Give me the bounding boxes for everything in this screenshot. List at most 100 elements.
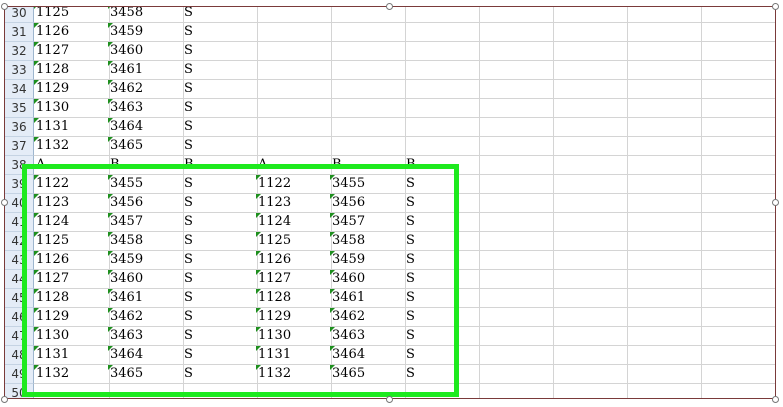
table-cell[interactable] [478, 232, 554, 251]
table-cell[interactable] [478, 137, 554, 156]
row-header[interactable]: 36 [5, 118, 34, 137]
table-cell[interactable] [626, 213, 702, 232]
table-cell[interactable] [552, 7, 628, 23]
table-cell[interactable]: A [34, 156, 110, 175]
table-cell[interactable]: 3456 [330, 194, 406, 213]
table-cell[interactable] [404, 42, 480, 61]
table-cell[interactable] [552, 42, 628, 61]
table-cell[interactable]: 1125 [34, 7, 110, 23]
table-cell[interactable] [700, 365, 775, 384]
table-cell[interactable] [552, 289, 628, 308]
table-cell[interactable] [700, 42, 775, 61]
table-cell[interactable] [478, 175, 554, 194]
table-cell[interactable]: S [182, 308, 258, 327]
table-cell[interactable] [404, 80, 480, 99]
table-cell[interactable] [330, 80, 406, 99]
table-cell[interactable]: 1129 [256, 308, 332, 327]
table-cell[interactable] [256, 80, 332, 99]
table-cell[interactable]: 1130 [256, 327, 332, 346]
table-cell[interactable]: 3462 [108, 308, 184, 327]
table-cell[interactable]: 3460 [108, 270, 184, 289]
table-cell[interactable]: 1130 [34, 99, 110, 118]
table-cell[interactable] [552, 137, 628, 156]
table-cell[interactable]: 3457 [330, 213, 406, 232]
table-cell[interactable] [700, 137, 775, 156]
table-cell[interactable] [700, 23, 775, 42]
table-cell[interactable] [626, 194, 702, 213]
table-cell[interactable] [626, 80, 702, 99]
table-cell[interactable]: S [182, 251, 258, 270]
table-cell[interactable]: A [256, 156, 332, 175]
table-cell[interactable] [478, 327, 554, 346]
table-cell[interactable]: 3459 [330, 251, 406, 270]
table-cell[interactable] [404, 384, 480, 398]
row-header[interactable]: 44 [5, 270, 34, 289]
table-cell[interactable] [256, 99, 332, 118]
table-cell[interactable]: 1131 [256, 346, 332, 365]
table-cell[interactable] [626, 327, 702, 346]
table-cell[interactable] [330, 118, 406, 137]
table-cell[interactable]: 1122 [34, 175, 110, 194]
table-cell[interactable]: S [182, 213, 258, 232]
table-cell[interactable]: S [182, 232, 258, 251]
table-cell[interactable]: 3459 [108, 23, 184, 42]
resize-handle-bottom-left[interactable] [1, 396, 8, 403]
table-cell[interactable]: 3465 [108, 365, 184, 384]
table-cell[interactable] [552, 80, 628, 99]
table-cell[interactable]: S [182, 137, 258, 156]
table-cell[interactable] [330, 7, 406, 23]
row-header[interactable]: 31 [5, 23, 34, 42]
table-cell[interactable]: S [182, 346, 258, 365]
table-cell[interactable]: 3461 [108, 61, 184, 80]
table-cell[interactable]: 1123 [256, 194, 332, 213]
table-cell[interactable] [552, 194, 628, 213]
row-header[interactable]: 40 [5, 194, 34, 213]
table-cell[interactable] [478, 346, 554, 365]
table-cell[interactable] [552, 99, 628, 118]
table-cell[interactable] [478, 42, 554, 61]
table-cell[interactable]: 1131 [34, 118, 110, 137]
table-cell[interactable]: 3463 [108, 327, 184, 346]
table-cell[interactable]: S [404, 327, 480, 346]
table-cell[interactable] [478, 365, 554, 384]
row-header[interactable]: 32 [5, 42, 34, 61]
row-header[interactable]: 41 [5, 213, 34, 232]
table-cell[interactable] [626, 137, 702, 156]
table-cell[interactable] [626, 308, 702, 327]
resize-handle-bottom-middle[interactable] [386, 396, 393, 403]
table-cell[interactable]: S [404, 232, 480, 251]
table-cell[interactable] [626, 346, 702, 365]
table-cell[interactable]: 1130 [34, 327, 110, 346]
table-cell[interactable] [626, 99, 702, 118]
table-cell[interactable]: S [404, 346, 480, 365]
table-cell[interactable] [478, 384, 554, 398]
table-cell[interactable] [700, 118, 775, 137]
table-cell[interactable] [700, 175, 775, 194]
table-cell[interactable]: S [182, 175, 258, 194]
table-cell[interactable] [404, 99, 480, 118]
table-cell[interactable]: 1127 [34, 42, 110, 61]
table-cell[interactable]: S [182, 42, 258, 61]
table-cell[interactable]: 1122 [256, 175, 332, 194]
table-cell[interactable] [626, 23, 702, 42]
table-cell[interactable]: 1126 [34, 251, 110, 270]
table-cell[interactable] [330, 42, 406, 61]
table-cell[interactable]: S [182, 23, 258, 42]
table-cell[interactable]: 3460 [330, 270, 406, 289]
table-cell[interactable] [404, 23, 480, 42]
table-cell[interactable]: S [182, 365, 258, 384]
table-cell[interactable]: 3458 [330, 232, 406, 251]
table-cell[interactable]: 1128 [34, 289, 110, 308]
table-cell[interactable] [256, 42, 332, 61]
table-cell[interactable] [478, 80, 554, 99]
table-cell[interactable]: S [404, 213, 480, 232]
table-cell[interactable] [626, 7, 702, 23]
row-header[interactable]: 48 [5, 346, 34, 365]
table-cell[interactable] [256, 137, 332, 156]
table-cell[interactable]: 3464 [108, 346, 184, 365]
row-header[interactable]: 37 [5, 137, 34, 156]
table-cell[interactable] [478, 194, 554, 213]
table-cell[interactable]: 1125 [256, 232, 332, 251]
table-cell[interactable] [626, 270, 702, 289]
table-cell[interactable] [552, 308, 628, 327]
